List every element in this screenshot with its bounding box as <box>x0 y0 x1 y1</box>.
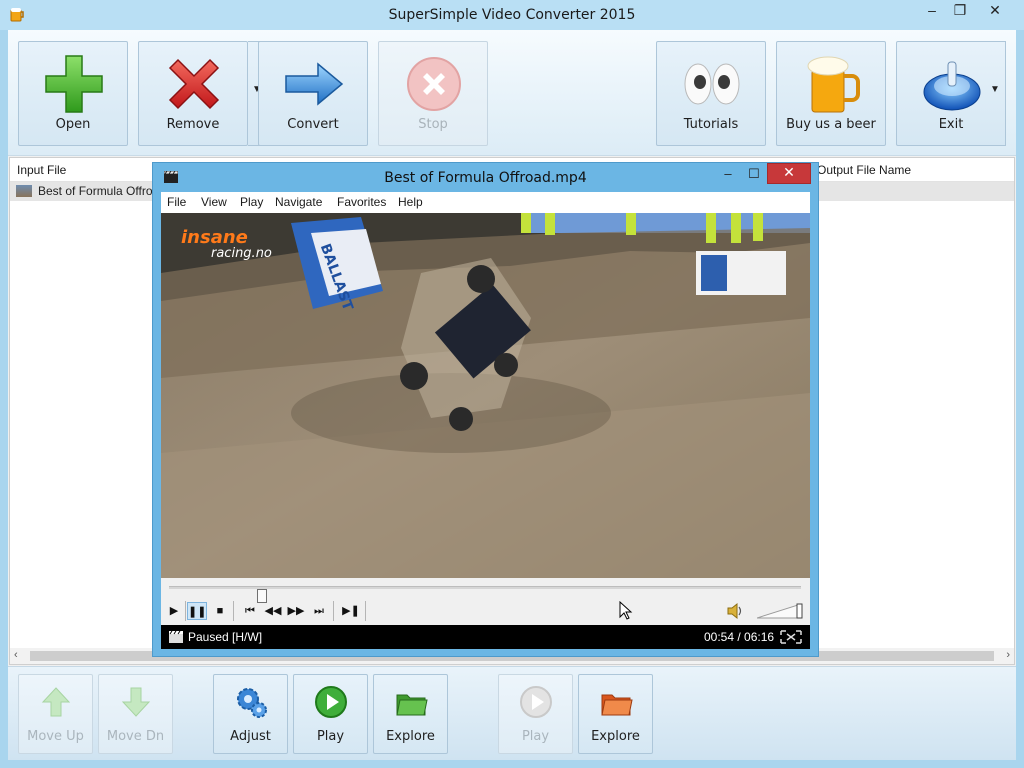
play-output-label: Play <box>521 729 550 744</box>
clapperboard-icon <box>169 631 183 643</box>
explore-input-button[interactable]: Explore <box>373 674 448 754</box>
remove-button[interactable]: Remove <box>138 41 248 146</box>
next-button[interactable]: ⏭ <box>309 602 329 620</box>
player-status-bar: Paused [H/W] 00:54 / 06:16 <box>161 625 810 649</box>
adjust-button[interactable]: Adjust <box>213 674 288 754</box>
close-button[interactable]: ✕ <box>972 2 1018 24</box>
plus-icon <box>45 55 103 113</box>
tutorials-button[interactable]: Tutorials <box>656 41 766 146</box>
separator <box>333 601 334 621</box>
separator <box>365 601 366 621</box>
menu-help[interactable]: Help <box>398 195 423 209</box>
play-input-label: Play <box>316 729 345 744</box>
play-input-button[interactable]: Play <box>293 674 368 754</box>
play-circle-icon <box>520 686 552 718</box>
separator <box>185 601 186 621</box>
pause-button[interactable]: ❚❚ <box>187 602 207 620</box>
convert-button[interactable]: Convert <box>258 41 368 146</box>
arrow-up-icon <box>41 687 71 717</box>
play-circle-icon <box>315 686 347 718</box>
beer-label: Buy us a beer <box>786 117 876 132</box>
maximize-button[interactable]: ❐ <box>945 2 975 24</box>
fast-forward-button[interactable]: ▶▶ <box>286 602 306 620</box>
remove-label: Remove <box>166 117 220 132</box>
move-down-button[interactable]: Move Dn <box>98 674 173 754</box>
explore-input-label: Explore <box>386 729 435 744</box>
player-controls: ▶ ❚❚ ■ ⏮ ◀◀ ▶▶ ⏭ ▶❚ <box>161 578 810 625</box>
adjust-label: Adjust <box>230 729 271 744</box>
menu-play[interactable]: Play <box>240 195 263 209</box>
menu-navigate[interactable]: Navigate <box>275 195 322 209</box>
player-close-button[interactable]: ✕ <box>767 163 811 184</box>
stop-playback-button[interactable]: ■ <box>210 602 230 620</box>
column-output-file-name[interactable]: Output File Name <box>817 163 911 177</box>
buy-beer-button[interactable]: Buy us a beer <box>776 41 886 146</box>
green-folder-icon <box>396 694 428 716</box>
title-bar: SuperSimple Video Converter 2015 – ❐ ✕ <box>0 0 1024 30</box>
convert-label: Convert <box>287 117 339 132</box>
exit-dropdown-button[interactable]: ▼ <box>986 41 1006 146</box>
beer-mug-icon <box>807 56 860 113</box>
orange-folder-icon <box>601 694 633 716</box>
media-player-window[interactable]: Best of Formula Offroad.mp4 – ☐ ✕ File V… <box>152 162 819 657</box>
open-button[interactable]: Open <box>18 41 128 146</box>
play-output-button[interactable]: Play <box>498 674 573 754</box>
gears-icon <box>237 688 267 718</box>
move-up-label: Move Up <box>27 729 84 744</box>
video-brand-text: insane <box>181 227 248 248</box>
frame-step-button[interactable]: ▶❚ <box>341 602 361 620</box>
video-brand-subtext: racing.no <box>211 246 272 261</box>
eyes-icon <box>684 63 740 105</box>
time-display: 00:54 / 06:16 <box>704 630 775 644</box>
playback-status: Paused [H/W] <box>188 630 263 644</box>
move-up-button[interactable]: Move Up <box>18 674 93 754</box>
rewind-button[interactable]: ◀◀ <box>263 602 283 620</box>
explore-output-label: Explore <box>591 729 640 744</box>
explore-output-button[interactable]: Explore <box>578 674 653 754</box>
window-title: SuperSimple Video Converter 2015 <box>388 7 636 23</box>
stop-label: Stop <box>418 117 448 132</box>
video-still-image: insane racing.no BALLAST <box>161 213 810 578</box>
speaker-icon[interactable] <box>726 602 744 620</box>
seek-thumb[interactable] <box>257 589 267 603</box>
volume-slider[interactable] <box>757 603 803 619</box>
minimize-button[interactable]: – <box>917 2 947 24</box>
video-thumbnail-icon <box>16 185 32 197</box>
fullscreen-icon[interactable] <box>780 630 802 644</box>
menu-favorites[interactable]: Favorites <box>337 195 386 209</box>
tutorials-label: Tutorials <box>683 117 739 132</box>
menu-file[interactable]: File <box>167 195 186 209</box>
video-frame[interactable]: insane racing.no BALLAST <box>161 213 810 578</box>
menu-view[interactable]: View <box>201 195 227 209</box>
column-input-file[interactable]: Input File <box>17 163 66 177</box>
stop-button[interactable]: Stop <box>378 41 488 146</box>
chevron-down-icon: ▼ <box>990 84 1000 95</box>
x-icon <box>168 58 220 110</box>
seek-bar[interactable] <box>169 586 801 603</box>
previous-button[interactable]: ⏮ <box>240 602 260 620</box>
power-icon <box>923 61 981 111</box>
player-minimize-button[interactable]: – <box>715 166 741 186</box>
player-title-bar[interactable]: Best of Formula Offroad.mp4 – ☐ ✕ <box>153 163 818 191</box>
arrow-right-icon <box>285 62 344 106</box>
player-menu-bar: File View Play Navigate Favorites Help <box>161 192 810 213</box>
bottom-toolbar: Move Up Move Dn Adjust Play Explore Play… <box>8 666 1016 760</box>
player-maximize-button[interactable]: ☐ <box>741 166 767 186</box>
scroll-right-icon[interactable]: › <box>1006 649 1010 661</box>
move-down-label: Move Dn <box>106 729 165 744</box>
play-button[interactable]: ▶ <box>164 602 184 620</box>
toolbar: Open Remove ▼ Convert Stop Tutorials Buy… <box>8 30 1016 156</box>
arrow-down-icon <box>121 687 151 717</box>
mouse-cursor-icon <box>619 601 633 620</box>
scroll-left-icon[interactable]: ‹ <box>14 649 18 661</box>
open-label: Open <box>55 117 91 132</box>
stop-icon <box>407 57 461 111</box>
separator <box>233 601 234 621</box>
